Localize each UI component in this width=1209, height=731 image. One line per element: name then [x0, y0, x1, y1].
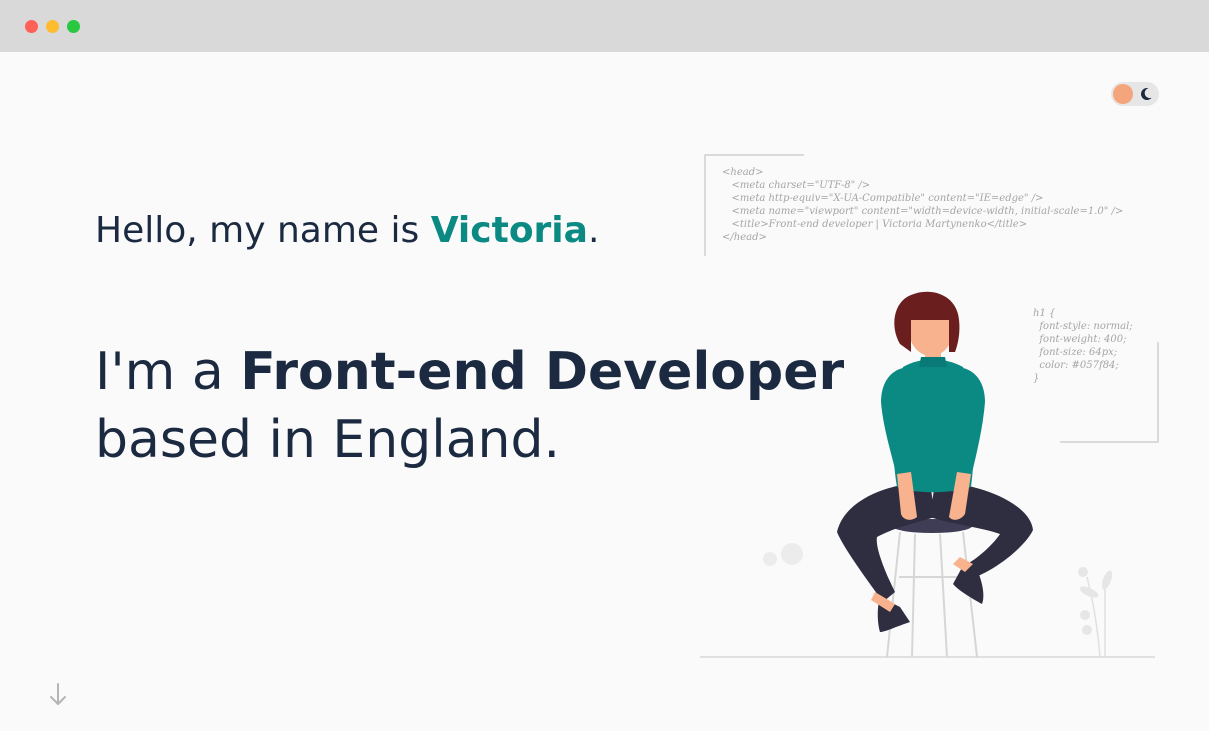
- theme-toggle[interactable]: [1111, 82, 1159, 106]
- moon-icon: [1140, 88, 1152, 101]
- code-line: h1 {: [1033, 308, 1056, 319]
- code-line: <meta name="viewport" content="width=dev…: [722, 206, 1124, 217]
- sun-icon: [1113, 84, 1133, 104]
- greeting-line: Hello, my name is Victoria.: [95, 210, 599, 251]
- bubble: [763, 552, 777, 566]
- stool: [886, 531, 978, 658]
- code-line: color: #057f84;: [1033, 360, 1119, 371]
- code-line: <title>Front-end developer | Victoria Ma…: [722, 219, 1028, 230]
- headline-prefix: I'm a: [95, 342, 241, 402]
- hero-section: Hello, my name is Victoria. I'm a Front-…: [0, 52, 1209, 731]
- minimize-window-button[interactable]: [46, 20, 59, 33]
- maximize-window-button[interactable]: [67, 20, 80, 33]
- code-line: </head>: [722, 232, 767, 243]
- code-line: <meta charset="UTF-8" />: [722, 180, 871, 191]
- code-line: font-size: 64px;: [1033, 347, 1118, 358]
- bubble: [781, 543, 803, 565]
- code-line: <head>: [722, 167, 764, 178]
- browser-chrome: [0, 0, 1209, 52]
- code-line: font-style: normal;: [1033, 321, 1133, 332]
- code-line: }: [1033, 373, 1040, 384]
- collar: [919, 357, 947, 367]
- code-line: <meta http-equiv="X-UA-Compatible" conte…: [722, 193, 1044, 204]
- greeting-prefix: Hello, my name is: [95, 210, 431, 251]
- code-snippet-css: h1 { font-style: normal; font-weight: 40…: [1033, 307, 1133, 385]
- code-snippet-head: <head> <meta charset="UTF-8" /> <meta ht…: [722, 166, 1123, 244]
- code-line: font-weight: 400;: [1033, 334, 1127, 345]
- greeting-suffix: .: [587, 210, 600, 251]
- developer-name: Victoria: [430, 210, 588, 251]
- close-window-button[interactable]: [25, 20, 38, 33]
- plant-decoration: [1078, 567, 1113, 658]
- left-leg: [837, 482, 935, 602]
- arrow-down-icon[interactable]: [46, 680, 70, 710]
